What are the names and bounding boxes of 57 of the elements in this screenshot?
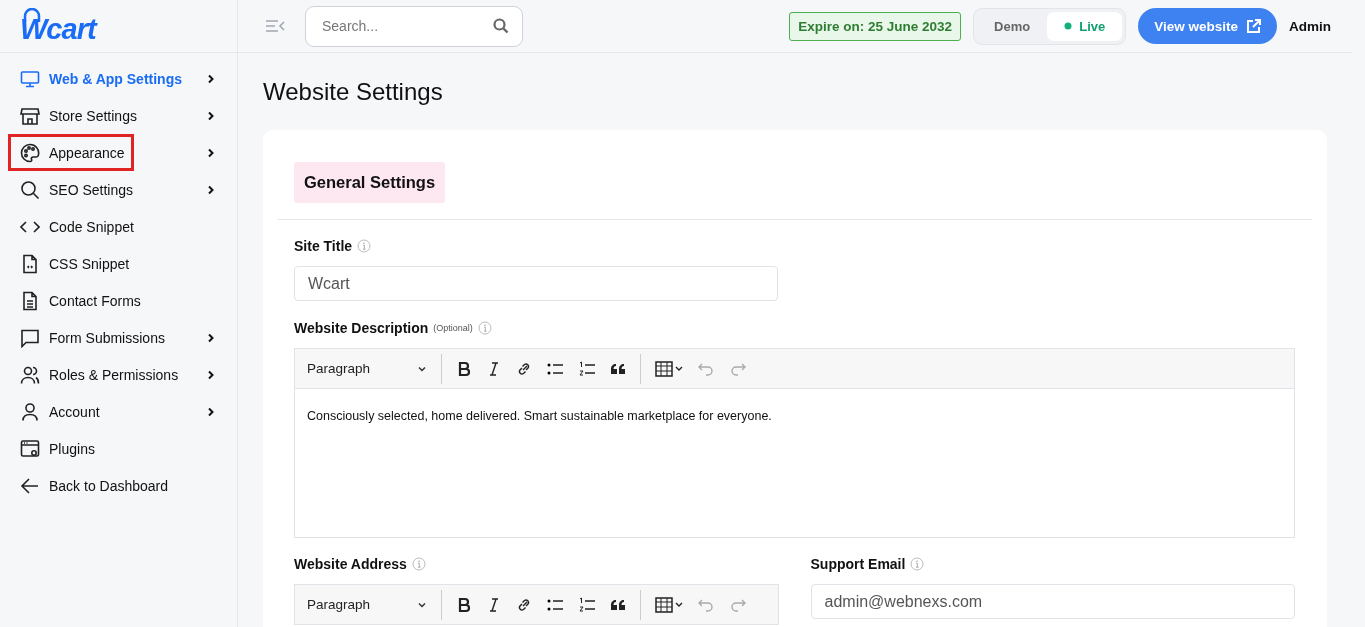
table-icon[interactable] [655, 596, 683, 613]
page-title: Website Settings [263, 78, 444, 106]
link-icon[interactable] [516, 360, 532, 377]
users-icon [20, 364, 40, 385]
numbered-list-icon[interactable] [578, 596, 596, 613]
sidebar-item[interactable]: Back to Dashboard [10, 467, 225, 504]
sidebar-item[interactable]: Form Submissions [10, 319, 225, 356]
paragraph-dropdown[interactable]: Paragraph [297, 361, 433, 376]
sidebar-item[interactable]: Appearance [10, 134, 225, 171]
sidebar-item[interactable]: Store Settings [10, 97, 225, 134]
info-icon [411, 557, 426, 571]
store-icon [20, 105, 40, 126]
monitor-icon [20, 68, 40, 89]
sidebar-item[interactable]: Contact Forms [10, 282, 225, 319]
field-label: Website Description [294, 320, 429, 336]
section-tab[interactable]: General Settings [294, 162, 446, 203]
input-field[interactable]: Wcart [294, 266, 778, 301]
numbered-list-icon[interactable] [578, 360, 596, 377]
editor-text: Consciously selected, home delivered. Smart sustainable marketplace for everyone. [307, 409, 773, 423]
link-icon[interactable] [516, 596, 532, 613]
sidebar-item[interactable]: Roles & Permissions [10, 356, 225, 393]
search-icon [20, 179, 40, 200]
bold-icon[interactable] [456, 596, 472, 613]
info-icon [357, 239, 372, 253]
view-website-button[interactable]: View website [1138, 8, 1277, 44]
code-file-icon [20, 253, 40, 274]
search-icon [493, 17, 509, 34]
expiry-badge: Expire on: 25 June 2032 [789, 11, 962, 41]
paragraph-dropdown[interactable]: Paragraph [297, 597, 433, 612]
user-name[interactable]: Admin [1289, 18, 1331, 34]
info-icon [477, 321, 492, 335]
sidebar-item[interactable]: Account [10, 393, 225, 430]
search-field[interactable]: Search... [305, 5, 523, 47]
field-label: Support Email [810, 556, 906, 572]
mode-option[interactable]: Demo [977, 11, 1048, 41]
table-icon[interactable] [655, 360, 683, 377]
sidebar-item[interactable]: Plugins [10, 430, 225, 467]
arrow-left-icon [20, 475, 40, 496]
sidebar-item[interactable]: CSS Snippet [10, 245, 225, 282]
bold-icon[interactable] [456, 360, 472, 377]
field-label: Site Title [294, 238, 353, 254]
document-icon [20, 290, 40, 311]
info-icon [910, 557, 925, 571]
palette-icon [20, 142, 40, 163]
editor-text-area[interactable]: Consciously selected, home delivered. Smart sustainable marketplace for everyone. [295, 389, 1294, 537]
sidebar-item[interactable]: Web & App Settings [10, 60, 225, 97]
window-gear-icon [20, 438, 40, 459]
logo[interactable]: Wcart [20, 8, 100, 44]
external-link-icon [1246, 18, 1261, 34]
sidebar-item[interactable]: SEO Settings [10, 171, 225, 208]
optional-note: (Optional) [433, 323, 473, 333]
field-label: Website Address [294, 556, 407, 572]
user-icon [20, 401, 40, 422]
chat-icon [20, 327, 40, 348]
sidebar-item[interactable]: Code Snippet [10, 208, 225, 245]
status-dot-icon [1064, 22, 1073, 30]
input-field[interactable]: admin@webnexs.com [810, 584, 1295, 619]
